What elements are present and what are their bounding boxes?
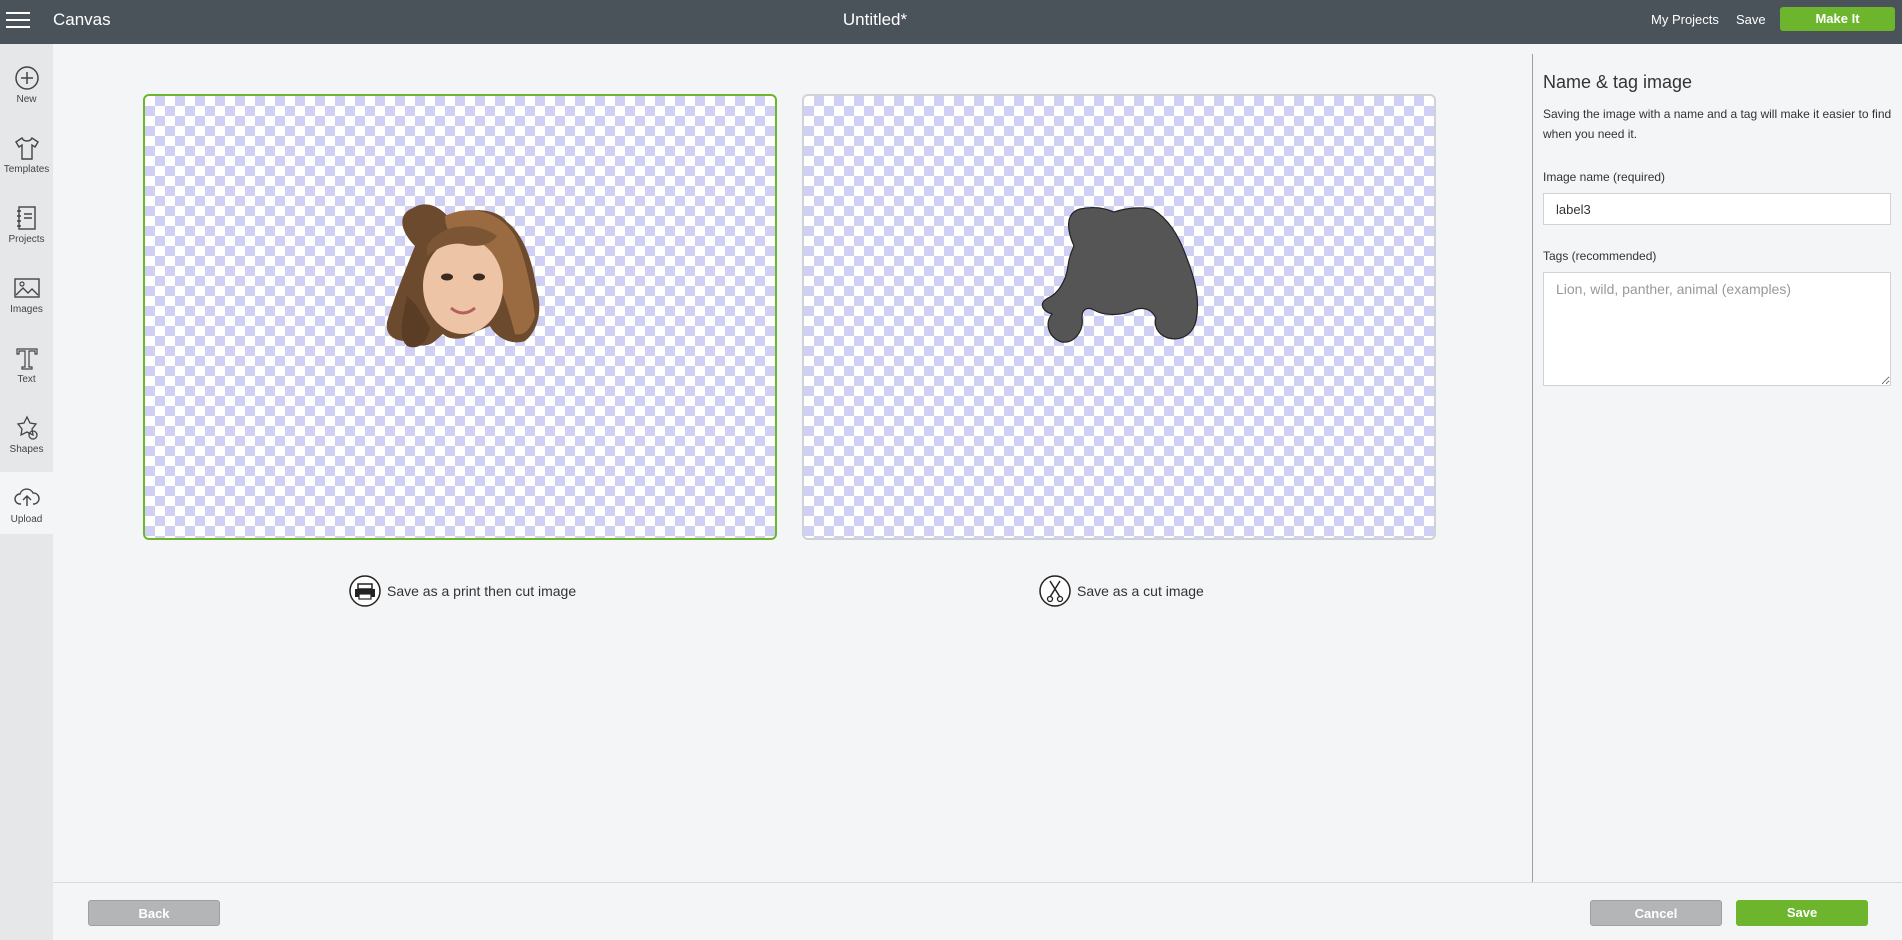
document-title[interactable]: Untitled* bbox=[0, 10, 1750, 30]
cloud-upload-icon bbox=[13, 488, 40, 506]
sidebar-item-label: Projects bbox=[8, 234, 45, 245]
tags-input[interactable] bbox=[1543, 272, 1891, 386]
cut-image-label: Save as a cut image bbox=[1077, 583, 1204, 599]
sidebar-item-label: Text bbox=[17, 374, 36, 385]
print-then-cut-preview[interactable] bbox=[143, 94, 777, 540]
header-save-link[interactable]: Save bbox=[1736, 12, 1766, 27]
sidebar-item-shapes[interactable]: Shapes bbox=[0, 402, 53, 464]
my-projects-link[interactable]: My Projects bbox=[1651, 12, 1719, 27]
sidebar-item-label: Templates bbox=[3, 164, 50, 175]
sidebar-item-templates[interactable]: Templates bbox=[0, 122, 53, 184]
sidebar-item-label: Upload bbox=[10, 514, 43, 525]
tshirt-icon bbox=[14, 136, 39, 160]
top-bar: Canvas Untitled* My Projects Save Make I… bbox=[0, 0, 1902, 44]
sidebar-item-label: Shapes bbox=[9, 444, 44, 455]
panel-title: Name & tag image bbox=[1543, 72, 1693, 92]
cut-image-option[interactable]: Save as a cut image bbox=[1039, 575, 1204, 607]
print-image-preview bbox=[386, 204, 540, 348]
sidebar-item-text[interactable]: Text bbox=[0, 332, 53, 394]
printer-icon bbox=[349, 575, 381, 607]
notebook-icon bbox=[16, 206, 36, 230]
print-then-cut-option[interactable]: Save as a print then cut image bbox=[349, 575, 576, 607]
back-button[interactable]: Back bbox=[88, 900, 220, 926]
image-name-label: Image name (required) bbox=[1543, 170, 1666, 184]
sidebar-item-label: Images bbox=[10, 304, 43, 315]
image-name-input[interactable] bbox=[1543, 193, 1891, 225]
image-icon bbox=[13, 278, 40, 298]
sidebar-item-upload[interactable]: Upload bbox=[0, 472, 53, 534]
panel-description: Saving the image with a name and a tag w… bbox=[1543, 107, 1892, 141]
shapes-icon bbox=[16, 415, 38, 440]
sidebar-item-new[interactable]: New bbox=[0, 52, 53, 114]
cut-silhouette-preview bbox=[1041, 206, 1199, 343]
print-then-cut-label: Save as a print then cut image bbox=[387, 583, 577, 599]
scissors-icon bbox=[1039, 575, 1071, 607]
text-icon bbox=[15, 348, 38, 370]
sidebar-item-images[interactable]: Images bbox=[0, 262, 53, 324]
save-button[interactable]: Save bbox=[1736, 900, 1868, 926]
sidebar-item-projects[interactable]: Projects bbox=[0, 192, 53, 254]
footer-divider bbox=[53, 882, 1902, 883]
left-sidebar: New Templates Projects Images Text Shape… bbox=[0, 44, 53, 940]
sidebar-item-label: New bbox=[16, 94, 37, 105]
plus-circle-icon bbox=[14, 66, 39, 90]
make-it-button[interactable]: Make It bbox=[1780, 7, 1895, 31]
name-tag-panel: Name & tag image Saving the image with a… bbox=[1532, 54, 1902, 882]
cut-preview[interactable] bbox=[802, 94, 1436, 540]
cancel-button[interactable]: Cancel bbox=[1590, 900, 1722, 926]
tags-label: Tags (recommended) bbox=[1543, 249, 1657, 263]
